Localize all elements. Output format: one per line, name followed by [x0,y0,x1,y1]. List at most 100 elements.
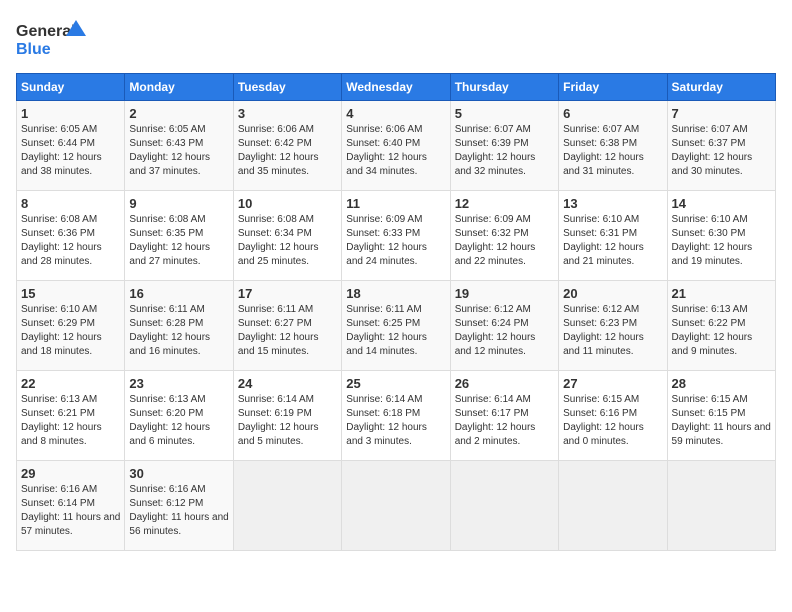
day-info: Sunrise: 6:16 AMSunset: 6:12 PMDaylight:… [129,483,228,539]
day-number: 26 [455,376,554,391]
week-row-5: 29 Sunrise: 6:16 AMSunset: 6:14 PMDaylig… [17,461,776,551]
week-row-2: 8 Sunrise: 6:08 AMSunset: 6:36 PMDayligh… [17,191,776,281]
day-number: 6 [563,106,662,121]
calendar-body: 1 Sunrise: 6:05 AMSunset: 6:44 PMDayligh… [17,101,776,551]
day-number: 20 [563,286,662,301]
week-row-4: 22 Sunrise: 6:13 AMSunset: 6:21 PMDaylig… [17,371,776,461]
day-number: 12 [455,196,554,211]
calendar-cell: 15 Sunrise: 6:10 AMSunset: 6:29 PMDaylig… [17,281,125,371]
day-number: 4 [346,106,445,121]
calendar-cell: 1 Sunrise: 6:05 AMSunset: 6:44 PMDayligh… [17,101,125,191]
calendar-cell: 18 Sunrise: 6:11 AMSunset: 6:25 PMDaylig… [342,281,450,371]
header-day-tuesday: Tuesday [233,74,341,101]
day-info: Sunrise: 6:11 AMSunset: 6:28 PMDaylight:… [129,303,228,359]
day-info: Sunrise: 6:08 AMSunset: 6:36 PMDaylight:… [21,213,120,269]
calendar-cell: 30 Sunrise: 6:16 AMSunset: 6:12 PMDaylig… [125,461,233,551]
day-info: Sunrise: 6:11 AMSunset: 6:27 PMDaylight:… [238,303,337,359]
header-day-friday: Friday [559,74,667,101]
day-number: 28 [672,376,771,391]
day-info: Sunrise: 6:10 AMSunset: 6:31 PMDaylight:… [563,213,662,269]
calendar-cell: 2 Sunrise: 6:05 AMSunset: 6:43 PMDayligh… [125,101,233,191]
header-day-sunday: Sunday [17,74,125,101]
page-header: General Blue [16,16,776,61]
day-info: Sunrise: 6:09 AMSunset: 6:32 PMDaylight:… [455,213,554,269]
calendar-cell: 25 Sunrise: 6:14 AMSunset: 6:18 PMDaylig… [342,371,450,461]
day-info: Sunrise: 6:09 AMSunset: 6:33 PMDaylight:… [346,213,445,269]
day-info: Sunrise: 6:13 AMSunset: 6:20 PMDaylight:… [129,393,228,449]
calendar-table: SundayMondayTuesdayWednesdayThursdayFrid… [16,73,776,551]
calendar-cell: 29 Sunrise: 6:16 AMSunset: 6:14 PMDaylig… [17,461,125,551]
logo-svg: General Blue [16,16,86,61]
day-number: 21 [672,286,771,301]
day-number: 27 [563,376,662,391]
header-day-thursday: Thursday [450,74,558,101]
day-number: 22 [21,376,120,391]
calendar-cell: 12 Sunrise: 6:09 AMSunset: 6:32 PMDaylig… [450,191,558,281]
day-info: Sunrise: 6:14 AMSunset: 6:17 PMDaylight:… [455,393,554,449]
day-info: Sunrise: 6:06 AMSunset: 6:42 PMDaylight:… [238,123,337,179]
calendar-cell: 6 Sunrise: 6:07 AMSunset: 6:38 PMDayligh… [559,101,667,191]
calendar-cell: 17 Sunrise: 6:11 AMSunset: 6:27 PMDaylig… [233,281,341,371]
calendar-cell: 3 Sunrise: 6:06 AMSunset: 6:42 PMDayligh… [233,101,341,191]
day-number: 14 [672,196,771,211]
header-day-monday: Monday [125,74,233,101]
header-day-saturday: Saturday [667,74,775,101]
calendar-cell: 8 Sunrise: 6:08 AMSunset: 6:36 PMDayligh… [17,191,125,281]
week-row-1: 1 Sunrise: 6:05 AMSunset: 6:44 PMDayligh… [17,101,776,191]
calendar-cell: 7 Sunrise: 6:07 AMSunset: 6:37 PMDayligh… [667,101,775,191]
day-number: 13 [563,196,662,211]
day-info: Sunrise: 6:08 AMSunset: 6:35 PMDaylight:… [129,213,228,269]
calendar-cell: 4 Sunrise: 6:06 AMSunset: 6:40 PMDayligh… [342,101,450,191]
day-number: 19 [455,286,554,301]
calendar-cell [342,461,450,551]
header-day-wednesday: Wednesday [342,74,450,101]
calendar-cell: 27 Sunrise: 6:15 AMSunset: 6:16 PMDaylig… [559,371,667,461]
day-number: 5 [455,106,554,121]
day-info: Sunrise: 6:14 AMSunset: 6:19 PMDaylight:… [238,393,337,449]
calendar-cell [233,461,341,551]
day-number: 18 [346,286,445,301]
day-info: Sunrise: 6:14 AMSunset: 6:18 PMDaylight:… [346,393,445,449]
day-info: Sunrise: 6:13 AMSunset: 6:22 PMDaylight:… [672,303,771,359]
day-info: Sunrise: 6:13 AMSunset: 6:21 PMDaylight:… [21,393,120,449]
day-info: Sunrise: 6:06 AMSunset: 6:40 PMDaylight:… [346,123,445,179]
calendar-cell: 5 Sunrise: 6:07 AMSunset: 6:39 PMDayligh… [450,101,558,191]
day-info: Sunrise: 6:12 AMSunset: 6:23 PMDaylight:… [563,303,662,359]
day-info: Sunrise: 6:07 AMSunset: 6:37 PMDaylight:… [672,123,771,179]
day-number: 24 [238,376,337,391]
day-number: 25 [346,376,445,391]
day-number: 10 [238,196,337,211]
day-number: 30 [129,466,228,481]
day-info: Sunrise: 6:05 AMSunset: 6:44 PMDaylight:… [21,123,120,179]
day-number: 1 [21,106,120,121]
day-number: 2 [129,106,228,121]
calendar-cell: 13 Sunrise: 6:10 AMSunset: 6:31 PMDaylig… [559,191,667,281]
day-number: 15 [21,286,120,301]
day-info: Sunrise: 6:12 AMSunset: 6:24 PMDaylight:… [455,303,554,359]
day-number: 16 [129,286,228,301]
svg-text:General: General [16,23,76,40]
day-info: Sunrise: 6:15 AMSunset: 6:16 PMDaylight:… [563,393,662,449]
day-info: Sunrise: 6:16 AMSunset: 6:14 PMDaylight:… [21,483,120,539]
calendar-header: SundayMondayTuesdayWednesdayThursdayFrid… [17,74,776,101]
day-info: Sunrise: 6:05 AMSunset: 6:43 PMDaylight:… [129,123,228,179]
day-info: Sunrise: 6:07 AMSunset: 6:38 PMDaylight:… [563,123,662,179]
week-row-3: 15 Sunrise: 6:10 AMSunset: 6:29 PMDaylig… [17,281,776,371]
calendar-cell [667,461,775,551]
calendar-cell: 16 Sunrise: 6:11 AMSunset: 6:28 PMDaylig… [125,281,233,371]
day-number: 7 [672,106,771,121]
calendar-cell: 9 Sunrise: 6:08 AMSunset: 6:35 PMDayligh… [125,191,233,281]
day-number: 9 [129,196,228,211]
day-info: Sunrise: 6:10 AMSunset: 6:30 PMDaylight:… [672,213,771,269]
calendar-cell: 19 Sunrise: 6:12 AMSunset: 6:24 PMDaylig… [450,281,558,371]
calendar-cell: 20 Sunrise: 6:12 AMSunset: 6:23 PMDaylig… [559,281,667,371]
day-number: 3 [238,106,337,121]
svg-text:Blue: Blue [16,41,51,58]
calendar-cell: 11 Sunrise: 6:09 AMSunset: 6:33 PMDaylig… [342,191,450,281]
day-number: 29 [21,466,120,481]
calendar-cell: 21 Sunrise: 6:13 AMSunset: 6:22 PMDaylig… [667,281,775,371]
day-info: Sunrise: 6:08 AMSunset: 6:34 PMDaylight:… [238,213,337,269]
logo: General Blue [16,16,86,61]
day-number: 17 [238,286,337,301]
calendar-cell: 22 Sunrise: 6:13 AMSunset: 6:21 PMDaylig… [17,371,125,461]
